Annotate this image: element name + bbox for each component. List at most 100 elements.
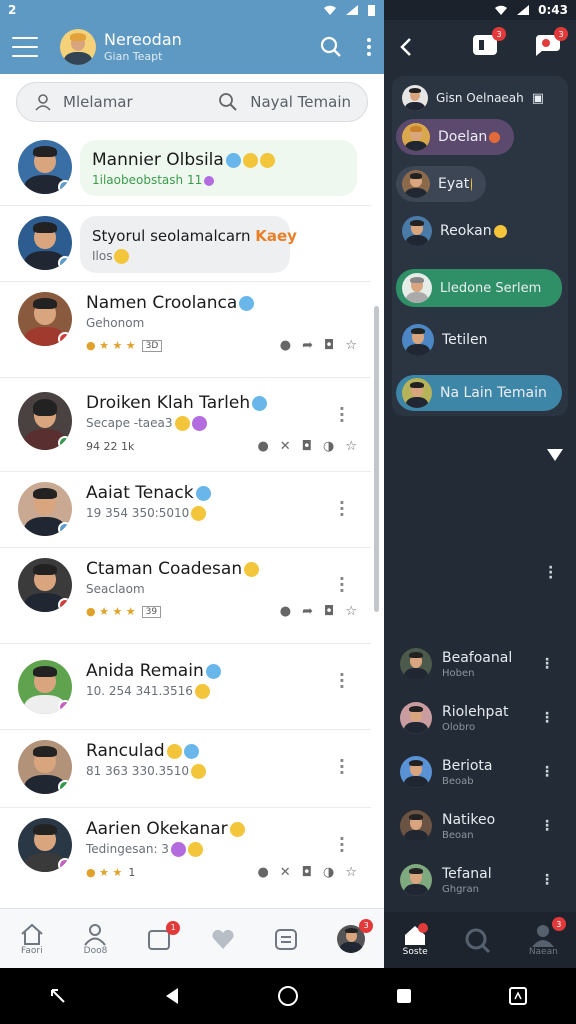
chip-item[interactable]: Gisn Oelnaeah ▣ bbox=[396, 80, 558, 116]
star-icon[interactable]: ☆ bbox=[345, 865, 357, 880]
nav-calendar[interactable]: 1 bbox=[146, 920, 181, 951]
list-item[interactable]: Anida Remain 10. 254 341.3516 · · · bbox=[0, 644, 371, 730]
camera-icon[interactable]: ● bbox=[257, 865, 268, 880]
chip-item[interactable]: Lledone Serlem bbox=[396, 269, 562, 307]
search-icon[interactable] bbox=[320, 36, 342, 58]
comment-icon[interactable]: ◑ bbox=[323, 439, 334, 454]
header-titles: Nereodan Gian Teapt bbox=[104, 31, 182, 64]
chat-info: Mannier Olbsila 1ilaobeobstash 11 bbox=[80, 140, 357, 196]
emoji-icon bbox=[204, 175, 215, 186]
nav-home[interactable]: Faori bbox=[19, 922, 45, 956]
chat-list: Mannier Olbsila 1ilaobeobstash 11 Styoru… bbox=[0, 130, 371, 908]
more-vert-icon[interactable]: ⋮ bbox=[540, 764, 554, 780]
star-icon[interactable]: ☆ bbox=[345, 439, 357, 454]
home-circle-icon[interactable] bbox=[277, 985, 299, 1007]
rotate-icon[interactable] bbox=[48, 986, 68, 1006]
more-vert-icon[interactable]: · · · bbox=[339, 753, 345, 781]
more-vert-icon[interactable]: · · · bbox=[339, 571, 345, 599]
camera-icon[interactable]: ● bbox=[280, 338, 291, 353]
share-icon[interactable]: ✕ bbox=[280, 865, 291, 880]
list-item[interactable]: Styorul seolamalcarn Kaey Ilos bbox=[0, 206, 371, 282]
more-vert-icon[interactable]: · · · bbox=[339, 401, 345, 429]
more-vert-icon[interactable]: · · · bbox=[339, 831, 345, 859]
chip-item[interactable]: Doelan bbox=[396, 119, 515, 155]
list-item[interactable]: Tefanal Ghgran ⋮ bbox=[400, 864, 576, 896]
avatar bbox=[400, 648, 432, 680]
chip-item[interactable]: Na Lain Temain bbox=[396, 375, 562, 411]
home-icon bbox=[405, 923, 429, 945]
menu-icon[interactable] bbox=[12, 37, 38, 57]
more-vert-icon[interactable]: ⋮ bbox=[540, 872, 554, 888]
nav-favorites[interactable] bbox=[210, 927, 236, 951]
comment-icon[interactable]: ◑ bbox=[323, 865, 334, 880]
chip-item[interactable]: Tetilen bbox=[396, 322, 502, 358]
tab-button[interactable]: 3 bbox=[472, 27, 506, 61]
recents-icon[interactable] bbox=[395, 987, 413, 1005]
more-vert-icon[interactable]: ⋮ bbox=[540, 818, 554, 834]
dropdown-triangle-icon[interactable] bbox=[546, 448, 564, 462]
emoji-icon bbox=[242, 152, 258, 168]
search-input[interactable]: Mlelamar bbox=[63, 93, 133, 111]
share-icon[interactable]: ➦ bbox=[302, 338, 313, 353]
emoji-icon bbox=[244, 561, 260, 577]
list-item[interactable]: Namen Croolanca Gehonom ● ★ ★ ★ 3D ● ➦ ◘ ☆ bbox=[0, 282, 371, 378]
nav-account[interactable]: 3 Naean bbox=[529, 917, 566, 957]
list-item[interactable]: Ctaman Coadesan Seaclaom ● ★ ★ ★ 39 ● ➦ ◘ ☆… bbox=[0, 548, 371, 644]
camera-icon[interactable]: ● bbox=[280, 604, 291, 619]
more-vert-icon[interactable] bbox=[366, 37, 372, 57]
back-icon[interactable] bbox=[163, 986, 181, 1006]
nav-account[interactable]: 3 bbox=[337, 918, 374, 953]
chip-label: Reokan bbox=[440, 223, 492, 239]
status-time: 0:43 bbox=[538, 3, 568, 17]
chip-item[interactable]: Reokan bbox=[396, 213, 521, 249]
emoji-icon bbox=[259, 152, 275, 168]
more-vert-icon[interactable]: · · · bbox=[339, 495, 345, 523]
profile-icon bbox=[84, 923, 107, 946]
list-item[interactable]: Droiken Klah Tarleh Secape -taea3 94 22 … bbox=[0, 378, 371, 472]
back-arrow-icon[interactable] bbox=[398, 37, 414, 57]
chat-bubble-button[interactable]: 3 bbox=[532, 27, 568, 61]
star-icon[interactable]: ☆ bbox=[345, 604, 357, 619]
star-rating-icon: ● ★ ★ ★ bbox=[86, 605, 136, 618]
chat-icon[interactable]: ◘ bbox=[324, 604, 334, 619]
nav-profile[interactable]: Doo8 bbox=[82, 922, 108, 956]
star-icon[interactable]: ☆ bbox=[345, 338, 357, 353]
chat-info: Ctaman Coadesan Seaclaom ● ★ ★ ★ 39 ● ➦ ◘ ☆ bbox=[86, 558, 357, 619]
chip-label: Na Lain Temain bbox=[440, 385, 547, 401]
list-item[interactable]: Ranculad 81 363 330.3510 · · · bbox=[0, 730, 371, 808]
more-vert-icon[interactable]: · · · bbox=[339, 667, 345, 695]
avatar bbox=[18, 740, 72, 794]
contact-name: Aarien Okekanar bbox=[86, 818, 357, 840]
share-icon[interactable]: ✕ bbox=[280, 439, 291, 454]
emoji-icon bbox=[471, 177, 472, 191]
more-vert-icon[interactable]: ⋮ bbox=[540, 656, 554, 672]
list-item[interactable]: Beafoanal Hoben ⋮ bbox=[400, 648, 576, 680]
emoji-icon bbox=[191, 764, 207, 779]
search-bar[interactable]: Mlelamar Nayal Temain bbox=[16, 82, 368, 122]
camera-icon[interactable]: ● bbox=[257, 439, 268, 454]
list-item[interactable]: Aarien Okekanar Tedingesan: 3 ● ★ ★ 1 ● ✕… bbox=[0, 808, 371, 906]
more-vert-icon[interactable]: ⋮ bbox=[540, 710, 554, 726]
list-item[interactable]: Natikeo Beoan ⋮ bbox=[400, 810, 576, 842]
chip-item[interactable]: Eyat bbox=[396, 166, 486, 202]
chat-icon[interactable]: ◘ bbox=[302, 865, 312, 880]
search-icon[interactable] bbox=[218, 92, 238, 112]
nav-list[interactable] bbox=[273, 927, 299, 951]
nav-home[interactable]: Soste bbox=[402, 923, 429, 957]
nav-search[interactable] bbox=[464, 927, 492, 953]
tag-label: Kaey bbox=[255, 227, 297, 245]
share-icon[interactable]: ➦ bbox=[302, 604, 313, 619]
chip-label: Eyat bbox=[438, 176, 470, 192]
chat-info: Droiken Klah Tarleh Secape -taea3 94 22 … bbox=[86, 392, 357, 454]
list-item[interactable]: Aaiat Tenack 19 354 350:5010 · · · bbox=[0, 472, 371, 548]
chat-icon[interactable]: ◘ bbox=[302, 439, 312, 454]
list-item[interactable]: Beriota Beoab ⋮ bbox=[400, 756, 576, 788]
list-item[interactable]: Riolehpat Olobro ⋮ bbox=[400, 702, 576, 734]
screenshot-icon[interactable] bbox=[508, 986, 528, 1006]
more-vert-icon[interactable]: · · · bbox=[548, 561, 553, 585]
avatar[interactable] bbox=[60, 29, 96, 65]
chat-icon[interactable]: ◘ bbox=[324, 338, 334, 353]
list-item[interactable]: Mannier Olbsila 1ilaobeobstash 11 bbox=[0, 130, 371, 206]
row-subtitle: Ghgran bbox=[442, 883, 480, 895]
scrollbar[interactable] bbox=[374, 306, 379, 612]
